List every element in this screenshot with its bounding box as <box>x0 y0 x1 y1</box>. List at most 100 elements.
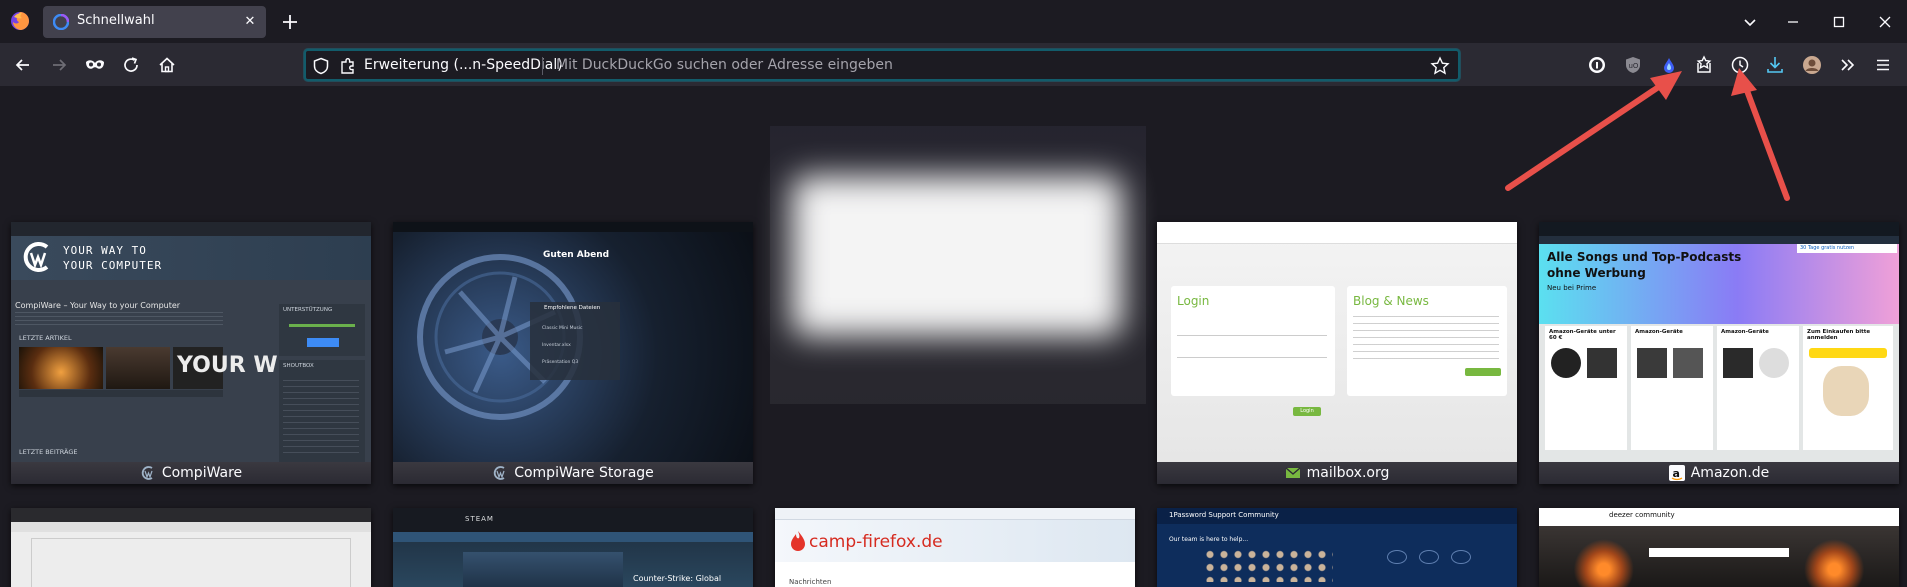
thumb-navbar: 1Password Support Community <box>1157 508 1517 524</box>
speeddial-tile-compiware-storage[interactable]: Guten Abend Empfohlene Dateien Classic M… <box>393 222 753 484</box>
tab-strip: Schnellwahl ✕ <box>0 0 1907 43</box>
compiware-logo-icon <box>23 242 49 272</box>
tile-thumbnail: STEAM Counter-Strike: Global <box>393 508 753 587</box>
tab-schnellwahl[interactable]: Schnellwahl ✕ <box>43 6 266 38</box>
thumb-header: YOUR WAY TO YOUR COMPUTER <box>11 236 371 280</box>
app-menu-button[interactable] <box>1870 52 1896 78</box>
thumb-blog-title: Blog & News <box>1353 294 1429 308</box>
thumb-file-item: Präsentation Q3 <box>542 360 579 365</box>
thumb-greeting: Guten Abend <box>543 250 610 260</box>
thumb-stat-1 <box>1387 550 1407 564</box>
mailbox-envelope-icon <box>1285 467 1301 478</box>
downloads-button[interactable] <box>1762 52 1788 78</box>
thumb-file-item: Classic Mini Music <box>542 326 583 331</box>
forward-button[interactable] <box>45 51 73 79</box>
thumb-content-box <box>31 538 351 587</box>
thumb-team-avatars <box>1203 548 1333 582</box>
extension-identity-label[interactable]: Erweiterung (...n-SpeedDial) <box>364 57 563 73</box>
speeddial-tile-steam[interactable]: STEAM Counter-Strike: Global <box>393 508 753 587</box>
toolbar-info-button[interactable] <box>1584 52 1610 78</box>
thumb-navbar <box>11 508 371 522</box>
thumb-file-item: Inventar.xlsx <box>542 343 571 348</box>
thumb-password-line <box>1177 346 1327 358</box>
thumb-signin-button <box>1809 348 1887 358</box>
back-button[interactable] <box>9 51 37 79</box>
speeddial-tile-compiware[interactable]: YOUR WAY TO YOUR COMPUTER CompiWare – Yo… <box>11 222 371 484</box>
thumb-product-image <box>1823 366 1869 416</box>
camp-firefox-flame-icon <box>791 531 805 551</box>
tile-thumbnail <box>11 508 371 587</box>
address-bar[interactable]: Erweiterung (...n-SpeedDial) <box>304 49 1460 81</box>
speeddial-tile-mailbox[interactable]: Login Blog & News Login mailbox.org <box>1157 222 1517 484</box>
thumb-card-1: Amazon-Geräte unter 60 € <box>1545 326 1627 450</box>
tile-thumbnail: 1Password Support Community Our team is … <box>1157 508 1517 587</box>
thumb-file-list: Classic Mini Music Inventar.xlsx Präsent… <box>542 320 582 371</box>
tile-thumbnail: camp-firefox.de Nachrichten <box>775 508 1135 587</box>
thumb-product-image <box>1759 348 1789 378</box>
navigation-toolbar: Erweiterung (...n-SpeedDial) uO <box>0 43 1907 86</box>
tile-thumbnail: Alle Songs und Top-Podcasts ohne Werbung… <box>1539 222 1899 462</box>
avatar <box>1803 56 1821 74</box>
reload-button[interactable] <box>117 51 145 79</box>
thumb-blog-lines <box>1353 316 1499 362</box>
thumb-subnav <box>11 522 371 532</box>
thumb-card-title: Zum Einkaufen bitte anmelden <box>1807 329 1871 341</box>
history-button[interactable] <box>1727 52 1753 78</box>
speeddial-tile-deezer[interactable]: deezer community <box>1539 508 1899 587</box>
info-icon <box>1589 57 1605 73</box>
firefox-logo-icon[interactable] <box>10 11 30 31</box>
browser-window: Schnellwahl ✕ Erweiterung (...n-SpeedDia… <box>0 0 1907 587</box>
home-icon <box>159 57 175 73</box>
bookmark-star-icon[interactable] <box>1430 56 1450 76</box>
minimize-icon[interactable] <box>1781 10 1805 34</box>
tab-close-icon[interactable]: ✕ <box>240 12 260 32</box>
tile-thumbnail: Guten Abend Empfohlene Dateien Classic M… <box>393 222 753 462</box>
thumb-login-box: Login <box>1171 286 1335 396</box>
thumb-navbar <box>1157 222 1517 244</box>
ublock-icon: uO <box>1626 57 1640 73</box>
thumb-support-box: UNTERSTÜTZUNG <box>279 304 365 356</box>
thumb-stat-2 <box>1419 550 1439 564</box>
tracking-shield-icon[interactable] <box>312 57 330 75</box>
maximize-icon[interactable] <box>1827 10 1851 34</box>
thumb-card-title: Amazon-Geräte unter 60 € <box>1549 329 1616 341</box>
speeddial-tile-loading[interactable] <box>770 126 1146 404</box>
thumb-big-text: YOUR W <box>177 353 278 378</box>
speeddial-tile-row2-1[interactable] <box>11 508 371 587</box>
thumb-storenav <box>393 532 753 542</box>
thumb-navbar <box>11 222 371 236</box>
speeddial-tile-camp-firefox[interactable]: camp-firefox.de Nachrichten <box>775 508 1135 587</box>
extension-puzzle-icon[interactable] <box>338 56 358 76</box>
new-tab-plus-icon[interactable] <box>278 10 302 34</box>
bookmarks-button[interactable] <box>1691 52 1717 78</box>
thumb-header: camp-firefox.de <box>775 520 1135 562</box>
thumb-subnav <box>1539 236 1899 244</box>
thumb-card-title: Amazon-Geräte <box>1721 329 1769 335</box>
tile-caption-label: CompiWare Storage <box>514 465 654 481</box>
thumb-article-1 <box>19 347 103 389</box>
waterdrop-extension-button[interactable] <box>1656 52 1682 78</box>
overflow-chevron-icon <box>1841 59 1855 71</box>
close-window-icon[interactable] <box>1873 10 1897 34</box>
thumb-blog-box: Blog & News <box>1347 286 1507 396</box>
account-button[interactable] <box>1799 52 1825 78</box>
url-input[interactable] <box>550 51 1410 79</box>
speeddial-tile-amazon[interactable]: Alle Songs und Top-Podcasts ohne Werbung… <box>1539 222 1899 484</box>
thumb-search-field <box>1649 548 1789 557</box>
home-button[interactable] <box>153 51 181 79</box>
thumb-navbar <box>393 222 753 232</box>
speeddial-tile-1password[interactable]: 1Password Support Community Our team is … <box>1157 508 1517 587</box>
tile-thumbnail: deezer community <box>1539 508 1899 587</box>
thumb-heading-2: YOUR COMPUTER <box>63 259 163 272</box>
thumb-steam-sub: Counter-Strike: Global <box>633 574 722 583</box>
menu-icon <box>1877 59 1889 71</box>
tab-list-chevron-icon[interactable] <box>1738 10 1762 34</box>
thumb-shoutbox: SHOUTBOX <box>279 360 365 462</box>
private-mask-button[interactable] <box>81 51 109 79</box>
overflow-button[interactable] <box>1834 52 1860 78</box>
thumb-deezer-label: deezer community <box>1609 511 1675 519</box>
thumb-text-lines <box>15 312 223 328</box>
thumb-support-title: UNTERSTÜTZUNG <box>283 307 333 313</box>
ublock-button[interactable]: uO <box>1620 52 1646 78</box>
thumb-login-button: Login <box>1293 407 1321 416</box>
